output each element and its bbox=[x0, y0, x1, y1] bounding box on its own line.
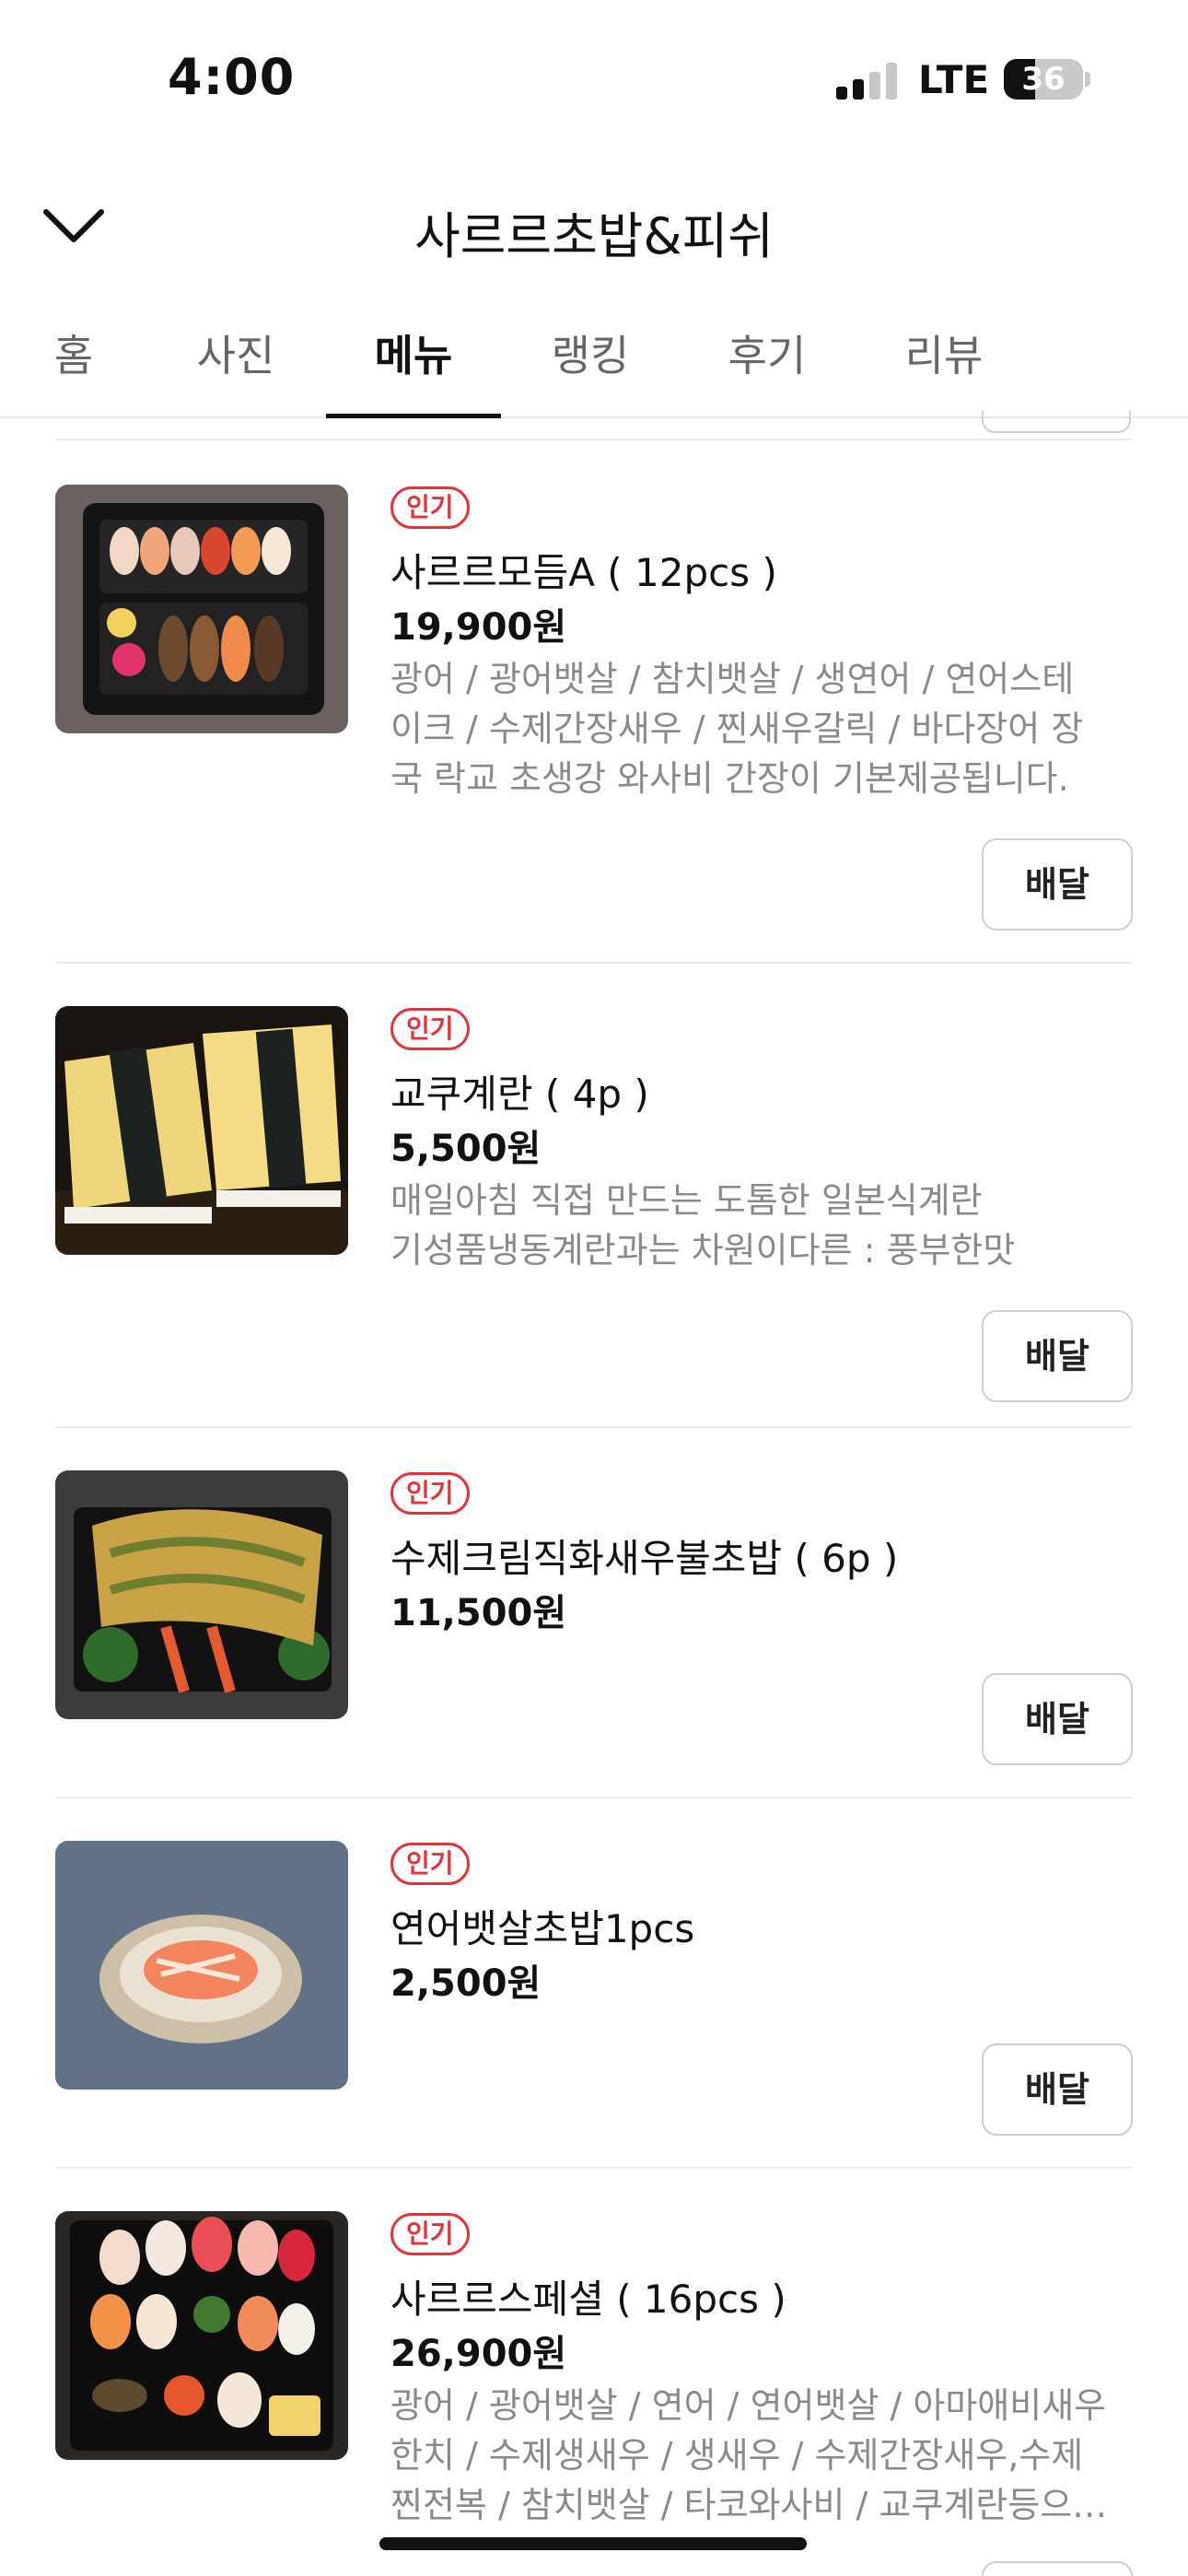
home-indicator[interactable] bbox=[379, 2537, 807, 2550]
menu-item-image bbox=[55, 1841, 348, 2090]
divider bbox=[55, 1797, 1133, 1798]
popular-badge: 인기 bbox=[390, 1472, 470, 1515]
header: 사르르초밥&피쉬 bbox=[0, 157, 1188, 295]
tab-reviews[interactable]: 리뷰 bbox=[856, 322, 1031, 383]
divider bbox=[55, 439, 1133, 440]
menu-item-name: 사르르스페셜 ( 16pcs ) bbox=[390, 2277, 786, 2322]
popular-badge: 인기 bbox=[390, 1008, 470, 1050]
menu-item-image bbox=[55, 2211, 348, 2460]
delivery-button[interactable]: 배달 bbox=[982, 1673, 1133, 1765]
tab-reviews-short[interactable]: 후기 bbox=[680, 322, 855, 383]
divider bbox=[55, 1426, 1133, 1428]
description-line: 국 락교 초생강 와사비 간장이 기본제공됩니다. bbox=[390, 758, 1069, 799]
delivery-button[interactable]: 배달 bbox=[982, 838, 1133, 931]
menu-item-name: 교쿠계란 ( 4p ) bbox=[390, 1071, 649, 1117]
signal-strength-icon bbox=[836, 61, 901, 100]
menu-item-name: 수제크림직화새우불초밥 ( 6p ) bbox=[390, 1536, 899, 1581]
description-line: 이크 / 수제간장새우 / 찐새우갈릭 / 바다장어 장 bbox=[390, 708, 1084, 749]
battery-tip bbox=[1085, 72, 1090, 87]
active-tab-indicator bbox=[326, 414, 501, 418]
menu-item-description: 광어 / 광어뱃살 / 참치뱃살 / 생연어 / 연어스테 이크 / 수제간장새… bbox=[390, 654, 1136, 803]
delivery-button-partial[interactable] bbox=[982, 411, 1131, 433]
popular-badge: 인기 bbox=[390, 486, 470, 529]
menu-item-price: 11,500원 bbox=[390, 1592, 567, 1634]
description-line: 찐전복 / 참치뱃살 / 타코와사비 / 교쿠계란등으… bbox=[390, 2485, 1108, 2525]
menu-item-description: 매일아침 직접 만드는 도톰한 일본식계란 기성품냉동계란과는 차원이다른 : … bbox=[390, 1176, 1136, 1275]
menu-item-name: 사르르모듬A ( 12pcs ) bbox=[390, 550, 777, 595]
tab-menu[interactable]: 메뉴 bbox=[326, 322, 501, 383]
battery-level: 36 bbox=[1021, 61, 1066, 98]
divider bbox=[55, 962, 1133, 964]
status-time: 4:00 bbox=[168, 48, 296, 106]
page-title: 사르르초밥&피쉬 bbox=[414, 207, 774, 265]
tab-photos[interactable]: 사진 bbox=[148, 322, 323, 383]
menu-item-name: 연어뱃살초밥1pcs bbox=[390, 1906, 695, 1951]
divider bbox=[55, 2167, 1133, 2169]
menu-item-price: 2,500원 bbox=[390, 1962, 542, 2005]
network-type: LTE bbox=[918, 57, 990, 102]
menu-item-image bbox=[55, 1470, 348, 1719]
description-line: 한치 / 수제생새우 / 생새우 / 수제간장새우,수제 bbox=[390, 2435, 1084, 2476]
popular-badge: 인기 bbox=[390, 1843, 470, 1885]
menu-item-description: 광어 / 광어뱃살 / 연어 / 연어뱃살 / 아마애비새우 한치 / 수제생새… bbox=[390, 2381, 1136, 2530]
status-bar: 4:00 LTE 36 bbox=[0, 0, 1188, 157]
menu-item-image bbox=[55, 1006, 348, 1255]
description-line: 광어 / 광어뱃살 / 연어 / 연어뱃살 / 아마애비새우 bbox=[390, 2385, 1107, 2426]
battery-icon: 36 bbox=[1004, 59, 1083, 100]
delivery-button[interactable]: 배달 bbox=[982, 2043, 1133, 2136]
menu-item-price: 26,900원 bbox=[390, 2333, 567, 2375]
menu-item-price: 5,500원 bbox=[390, 1128, 542, 1170]
description-line: 기성품냉동계란과는 차원이다른 : 풍부한맛 bbox=[390, 1230, 1016, 1270]
description-line: 매일아침 직접 만드는 도톰한 일본식계란 bbox=[390, 1180, 983, 1221]
popular-badge: 인기 bbox=[390, 2213, 470, 2255]
tab-ranking[interactable]: 랭킹 bbox=[503, 322, 678, 383]
menu-item-price: 19,900원 bbox=[390, 606, 567, 649]
delivery-button-partial[interactable]: 배달 bbox=[982, 2561, 1133, 2576]
menu-item-image bbox=[55, 485, 348, 733]
tab-bar: 홈 사진 메뉴 랭킹 후기 리뷰 bbox=[0, 295, 1188, 418]
description-line: 광어 / 광어뱃살 / 참치뱃살 / 생연어 / 연어스테 bbox=[390, 659, 1075, 699]
delivery-button[interactable]: 배달 bbox=[982, 1310, 1133, 1402]
tab-home[interactable]: 홈 bbox=[0, 322, 161, 383]
